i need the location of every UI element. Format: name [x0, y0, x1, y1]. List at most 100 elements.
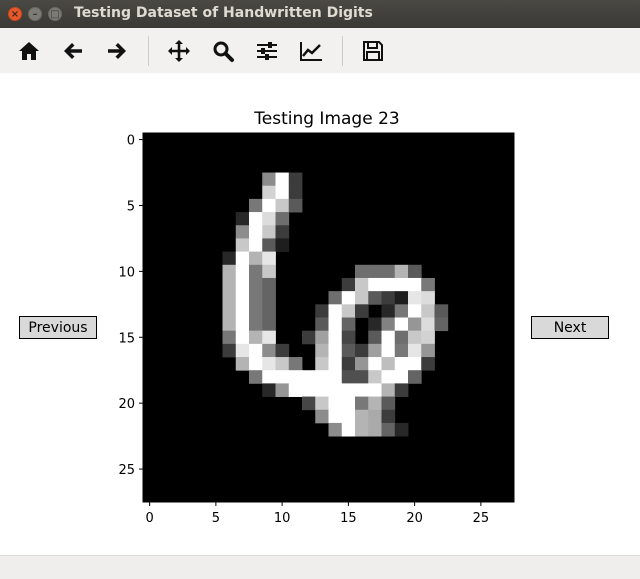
- image-pixel: [421, 291, 435, 305]
- window-titlebar: × – □ Testing Dataset of Handwritten Dig…: [0, 0, 640, 28]
- image-pixel: [235, 212, 250, 226]
- image-pixel: [288, 198, 303, 213]
- image-pixel: [262, 291, 276, 305]
- x-tick-label: 10: [274, 511, 291, 526]
- maximize-window-button[interactable]: □: [48, 7, 62, 21]
- home-button[interactable]: [14, 36, 44, 66]
- image-pixel: [262, 225, 276, 239]
- image-pixel: [222, 291, 237, 305]
- image-pixel: [355, 291, 369, 305]
- previous-button[interactable]: Previous: [19, 316, 97, 339]
- image-pixel: [249, 198, 263, 213]
- x-tick-label: 20: [406, 511, 423, 526]
- image-pixel: [368, 422, 382, 437]
- image-pixel: [328, 304, 343, 318]
- close-window-button[interactable]: ×: [8, 7, 22, 21]
- image-pixel: [222, 251, 237, 266]
- image-pixel: [315, 383, 329, 397]
- minimize-window-button[interactable]: –: [28, 7, 42, 21]
- image-pixel: [341, 357, 356, 371]
- image-pixel: [235, 225, 250, 239]
- image-pixel: [341, 409, 356, 424]
- image-pixel: [341, 304, 356, 318]
- image-pixel: [235, 251, 250, 266]
- image-pixel: [315, 409, 329, 424]
- y-tick-label: 10: [118, 265, 135, 280]
- image-pixel: [328, 343, 343, 358]
- image-pixel: [262, 251, 276, 266]
- image-pixel: [262, 330, 276, 345]
- image-pixel: [249, 212, 263, 226]
- image-pixel: [235, 304, 250, 318]
- image-pixel: [315, 370, 329, 384]
- image-pixel: [368, 264, 382, 279]
- image-pixel: [341, 370, 356, 384]
- image-pixel: [355, 409, 369, 424]
- y-tick-label: 0: [127, 134, 135, 149]
- figure-canvas[interactable]: Testing Image 23 0 5 10 15 20 25 0 5 10 15 20 25 P…: [0, 73, 640, 555]
- y-axis: 0 5 10 15 20 25: [118, 134, 143, 478]
- image-pixel: [288, 185, 303, 200]
- image-pixel: [235, 277, 250, 292]
- image-pixel: [222, 343, 237, 358]
- image-pixel: [249, 225, 263, 239]
- image-pixel: [262, 383, 276, 397]
- image-pixel: [408, 357, 422, 371]
- image-pixel: [355, 370, 369, 384]
- configure-subplots-icon: [257, 42, 277, 60]
- matplotlib-toolbar: [0, 28, 640, 74]
- image-pixel: [262, 357, 276, 371]
- image-pixel: [328, 357, 343, 371]
- image-pixel: [275, 238, 290, 253]
- image-pixel: [408, 317, 422, 332]
- edit-axis-button[interactable]: [296, 36, 326, 66]
- image-pixel: [381, 264, 396, 279]
- forward-button[interactable]: [102, 36, 132, 66]
- image-pixel: [275, 185, 290, 200]
- image-pixel: [249, 330, 263, 345]
- y-tick-label: 20: [118, 397, 135, 412]
- toolbar-separator: [342, 36, 343, 66]
- image-pixel: [408, 343, 422, 358]
- image-pixel: [381, 396, 396, 411]
- image-pixel: [381, 330, 396, 345]
- image-pixel: [315, 330, 329, 345]
- zoom-button[interactable]: [208, 36, 238, 66]
- image-pixel: [408, 370, 422, 384]
- back-button[interactable]: [58, 36, 88, 66]
- image-pixel: [421, 317, 435, 332]
- image-pixel: [328, 317, 343, 332]
- image-pixel: [394, 370, 409, 384]
- configure-subplots-button[interactable]: [252, 36, 282, 66]
- image-pixel: [381, 422, 396, 437]
- image-pixel: [275, 198, 290, 213]
- image-pixel: [249, 251, 263, 266]
- image-pixel: [341, 343, 356, 358]
- image-pixel: [355, 396, 369, 411]
- image-pixel: [394, 264, 409, 279]
- image-pixel: [249, 317, 263, 332]
- image-pixel: [315, 304, 329, 318]
- back-arrow-icon: [64, 43, 82, 59]
- image-pixel: [355, 343, 369, 358]
- image-pixel: [262, 198, 276, 213]
- image-pixel: [302, 370, 316, 384]
- plot-title: Testing Image 23: [253, 109, 399, 129]
- image-pixel: [262, 264, 276, 279]
- status-bar: [0, 555, 640, 579]
- image-pixel: [355, 304, 369, 318]
- image-pixel: [262, 172, 276, 187]
- image-pixel: [249, 304, 263, 318]
- toolbar-separator: [148, 36, 149, 66]
- image-pixel: [341, 317, 356, 332]
- image-pixel: [262, 317, 276, 332]
- next-button[interactable]: Next: [531, 316, 609, 339]
- image-pixel: [275, 357, 290, 371]
- image-pixel: [302, 383, 316, 397]
- save-button[interactable]: [358, 36, 388, 66]
- pan-button[interactable]: [164, 36, 194, 66]
- image-pixel: [262, 304, 276, 318]
- image-pixel: [355, 277, 369, 292]
- image-pixel: [368, 291, 382, 305]
- home-icon: [19, 42, 39, 60]
